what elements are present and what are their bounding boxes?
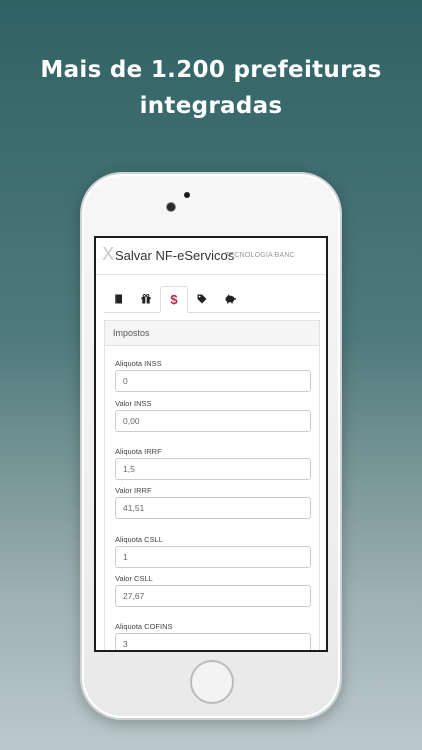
aliquota-csll-input[interactable]: 1 xyxy=(115,546,311,568)
tag-icon xyxy=(197,294,207,304)
tab-bar: $ xyxy=(104,286,320,313)
tab-dollar[interactable]: $ xyxy=(160,286,188,313)
phone-camera xyxy=(166,202,176,212)
aliquota-inss-input[interactable]: 0 xyxy=(115,370,311,392)
field-label-aliquota-cofins: Aliquota COFINS xyxy=(115,622,173,631)
panel-title: Impostos xyxy=(105,321,319,346)
gift-icon xyxy=(141,294,151,304)
field-label-valor-inss: Valor INSS xyxy=(115,399,152,408)
home-button[interactable] xyxy=(190,660,234,704)
valor-csll-input[interactable]: 27,67 xyxy=(115,585,311,607)
book-icon xyxy=(114,294,122,304)
tab-piggy-bank[interactable] xyxy=(216,286,244,312)
tab-gift[interactable] xyxy=(132,286,160,312)
aliquota-irrf-input[interactable]: 1,5 xyxy=(115,458,311,480)
tab-book[interactable] xyxy=(104,286,132,312)
field-label-aliquota-irrf: Aliquota IRRF xyxy=(115,447,162,456)
headline: Mais de 1.200 prefeituras integradas xyxy=(0,52,422,124)
headline-line-2: integradas xyxy=(139,93,283,119)
phone-speaker xyxy=(184,192,190,198)
taxes-panel: Impostos Aliquota INSS 0 Valor INSS 0,00… xyxy=(104,320,320,650)
headline-line-1: Mais de 1.200 prefeituras xyxy=(40,57,382,83)
dollar-icon: $ xyxy=(170,292,178,307)
app-subtitle: TECNOLOGIA BANC xyxy=(225,252,295,259)
tab-tag[interactable] xyxy=(188,286,216,312)
app-title: Salvar NF-eServicos xyxy=(115,248,235,263)
valor-irrf-input[interactable]: 41,51 xyxy=(115,497,311,519)
field-label-aliquota-csll: Aliquota CSLL xyxy=(115,535,163,544)
aliquota-cofins-input[interactable]: 3 xyxy=(115,633,311,650)
field-label-aliquota-inss: Aliquota INSS xyxy=(115,359,162,368)
valor-inss-input[interactable]: 0,00 xyxy=(115,410,311,432)
app-screen: X Salvar NF-eServicos TECNOLOGIA BANC $ xyxy=(94,236,328,652)
field-label-valor-csll: Valor CSLL xyxy=(115,574,153,583)
close-icon[interactable]: X xyxy=(102,244,114,266)
piggy-bank-icon xyxy=(225,294,236,304)
field-label-valor-irrf: Valor IRRF xyxy=(115,486,152,495)
app-bar: X Salvar NF-eServicos TECNOLOGIA BANC xyxy=(96,238,326,275)
